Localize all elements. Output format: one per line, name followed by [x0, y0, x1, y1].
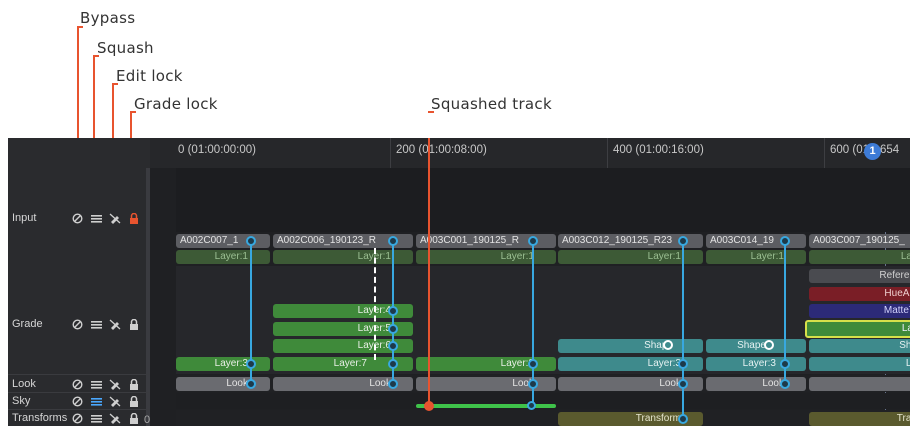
pipe-line — [682, 244, 684, 420]
edit-lock-icon[interactable] — [108, 378, 122, 390]
bypass-icon[interactable] — [70, 412, 84, 424]
squash-icon[interactable] — [89, 212, 103, 224]
clip-header[interactable]: A003C007_190125_ — [809, 234, 910, 248]
input-track-band — [176, 168, 910, 232]
squash-icon[interactable] — [89, 412, 103, 424]
input-port[interactable] — [678, 236, 688, 246]
node-port[interactable] — [388, 306, 398, 316]
row-label-transforms: Transforms — [12, 412, 68, 424]
input-port[interactable] — [780, 236, 790, 246]
squash-callout: Squash — [97, 39, 154, 57]
edit-lock-icon[interactable] — [108, 395, 122, 407]
sidebar-divider[interactable] — [146, 168, 150, 426]
clip-layer-node[interactable]: Layer:1 — [176, 250, 270, 264]
look-port[interactable] — [780, 379, 790, 389]
bypass-callout: Bypass — [80, 9, 136, 27]
matte-node[interactable]: MatteT — [809, 304, 910, 318]
playhead-marker[interactable]: 1 — [864, 143, 881, 160]
shape-node[interactable]: Sha — [809, 339, 910, 353]
timecode-ruler[interactable]: 0 (01:00:00:00) 200 (01:00:08:00) 400 (0… — [150, 138, 910, 168]
look-port[interactable] — [388, 379, 398, 389]
row-controls-sky — [70, 395, 141, 407]
squashed-track-leader-v — [428, 138, 430, 405]
node-port[interactable] — [678, 359, 688, 369]
grade-lock-icon[interactable] — [127, 378, 141, 390]
node-port[interactable] — [528, 359, 538, 369]
squash-icon[interactable] — [89, 378, 103, 390]
ruler-tick-200: 200 (01:00:08:00) — [396, 144, 487, 156]
shape-handle[interactable] — [663, 340, 673, 350]
look-port[interactable] — [528, 379, 538, 389]
grade-lock-icon[interactable] — [127, 395, 141, 407]
bypass-icon[interactable] — [70, 395, 84, 407]
bypass-icon[interactable] — [70, 378, 84, 390]
node-port[interactable] — [388, 341, 398, 351]
grade-lock-icon[interactable] — [127, 318, 141, 330]
ruler-tick-0: 0 (01:00:00:00) — [178, 144, 257, 156]
transforms-row-suffix: 0 — [144, 414, 151, 426]
grade-node[interactable]: Layer:3 — [706, 357, 806, 371]
dashed-connection — [374, 248, 376, 360]
clip-layer-node[interactable]: Layer:1 — [416, 250, 556, 264]
row-controls-grade — [70, 318, 141, 330]
selected-layer-node[interactable]: La — [805, 320, 910, 338]
node-port[interactable] — [388, 359, 398, 369]
transform-port[interactable] — [678, 414, 688, 424]
grade-lock-icon[interactable] — [127, 212, 141, 224]
input-port[interactable] — [246, 236, 256, 246]
node-port[interactable] — [388, 324, 398, 334]
edit-lock-icon[interactable] — [108, 318, 122, 330]
squashed-track-callout: Squashed track — [431, 95, 552, 113]
bypass-icon[interactable] — [70, 212, 84, 224]
look-node[interactable]: L — [809, 377, 910, 391]
look-port[interactable] — [246, 379, 256, 389]
grade-lock-icon[interactable] — [127, 412, 141, 424]
row-controls-look — [70, 378, 141, 390]
row-controls-input — [70, 212, 141, 224]
clip-header[interactable]: A003C014_19 — [706, 234, 806, 248]
row-label-input: Input — [12, 212, 37, 224]
clip-layer-node[interactable]: Layer:1 — [706, 250, 806, 264]
ruler-tick-400: 400 (01:00:16:00) — [613, 144, 704, 156]
squashed-track-dot-icon — [424, 401, 434, 411]
edit-lock-callout: Edit lock — [116, 67, 183, 85]
timeline-panel: 0 (01:00:00:00) 200 (01:00:08:00) 400 (0… — [8, 138, 910, 426]
grade-node[interactable]: La — [809, 357, 910, 371]
shape-handle[interactable] — [764, 340, 774, 350]
look-node[interactable]: Look — [706, 377, 806, 391]
row-controls-transforms — [70, 412, 141, 424]
clip-layer-node[interactable]: Lay — [809, 250, 910, 264]
row-label-grade: Grade — [12, 318, 43, 330]
node-port[interactable] — [780, 359, 790, 369]
transforms-track-band — [176, 410, 910, 426]
row-label-look: Look — [12, 378, 36, 390]
squash-icon[interactable] — [89, 395, 103, 407]
input-port[interactable] — [388, 236, 398, 246]
reference-node[interactable]: Referen — [809, 269, 910, 283]
row-label-sky: Sky — [12, 395, 31, 407]
input-port[interactable] — [528, 236, 538, 246]
playhead-frame: 654 — [880, 144, 900, 156]
squashed-track-leader-h — [428, 111, 434, 113]
transform-node[interactable]: Tran — [809, 412, 910, 426]
hue-angle-node[interactable]: HueAn — [809, 287, 910, 301]
squashed-track-port[interactable] — [527, 401, 536, 410]
bypass-icon[interactable] — [70, 318, 84, 330]
shape-node[interactable]: Shape — [706, 339, 806, 353]
node-port[interactable] — [246, 359, 256, 369]
edit-lock-icon[interactable] — [108, 412, 122, 424]
look-port[interactable] — [678, 379, 688, 389]
grade-lock-callout: Grade lock — [134, 95, 218, 113]
edit-lock-icon[interactable] — [108, 212, 122, 224]
squash-icon[interactable] — [89, 318, 103, 330]
